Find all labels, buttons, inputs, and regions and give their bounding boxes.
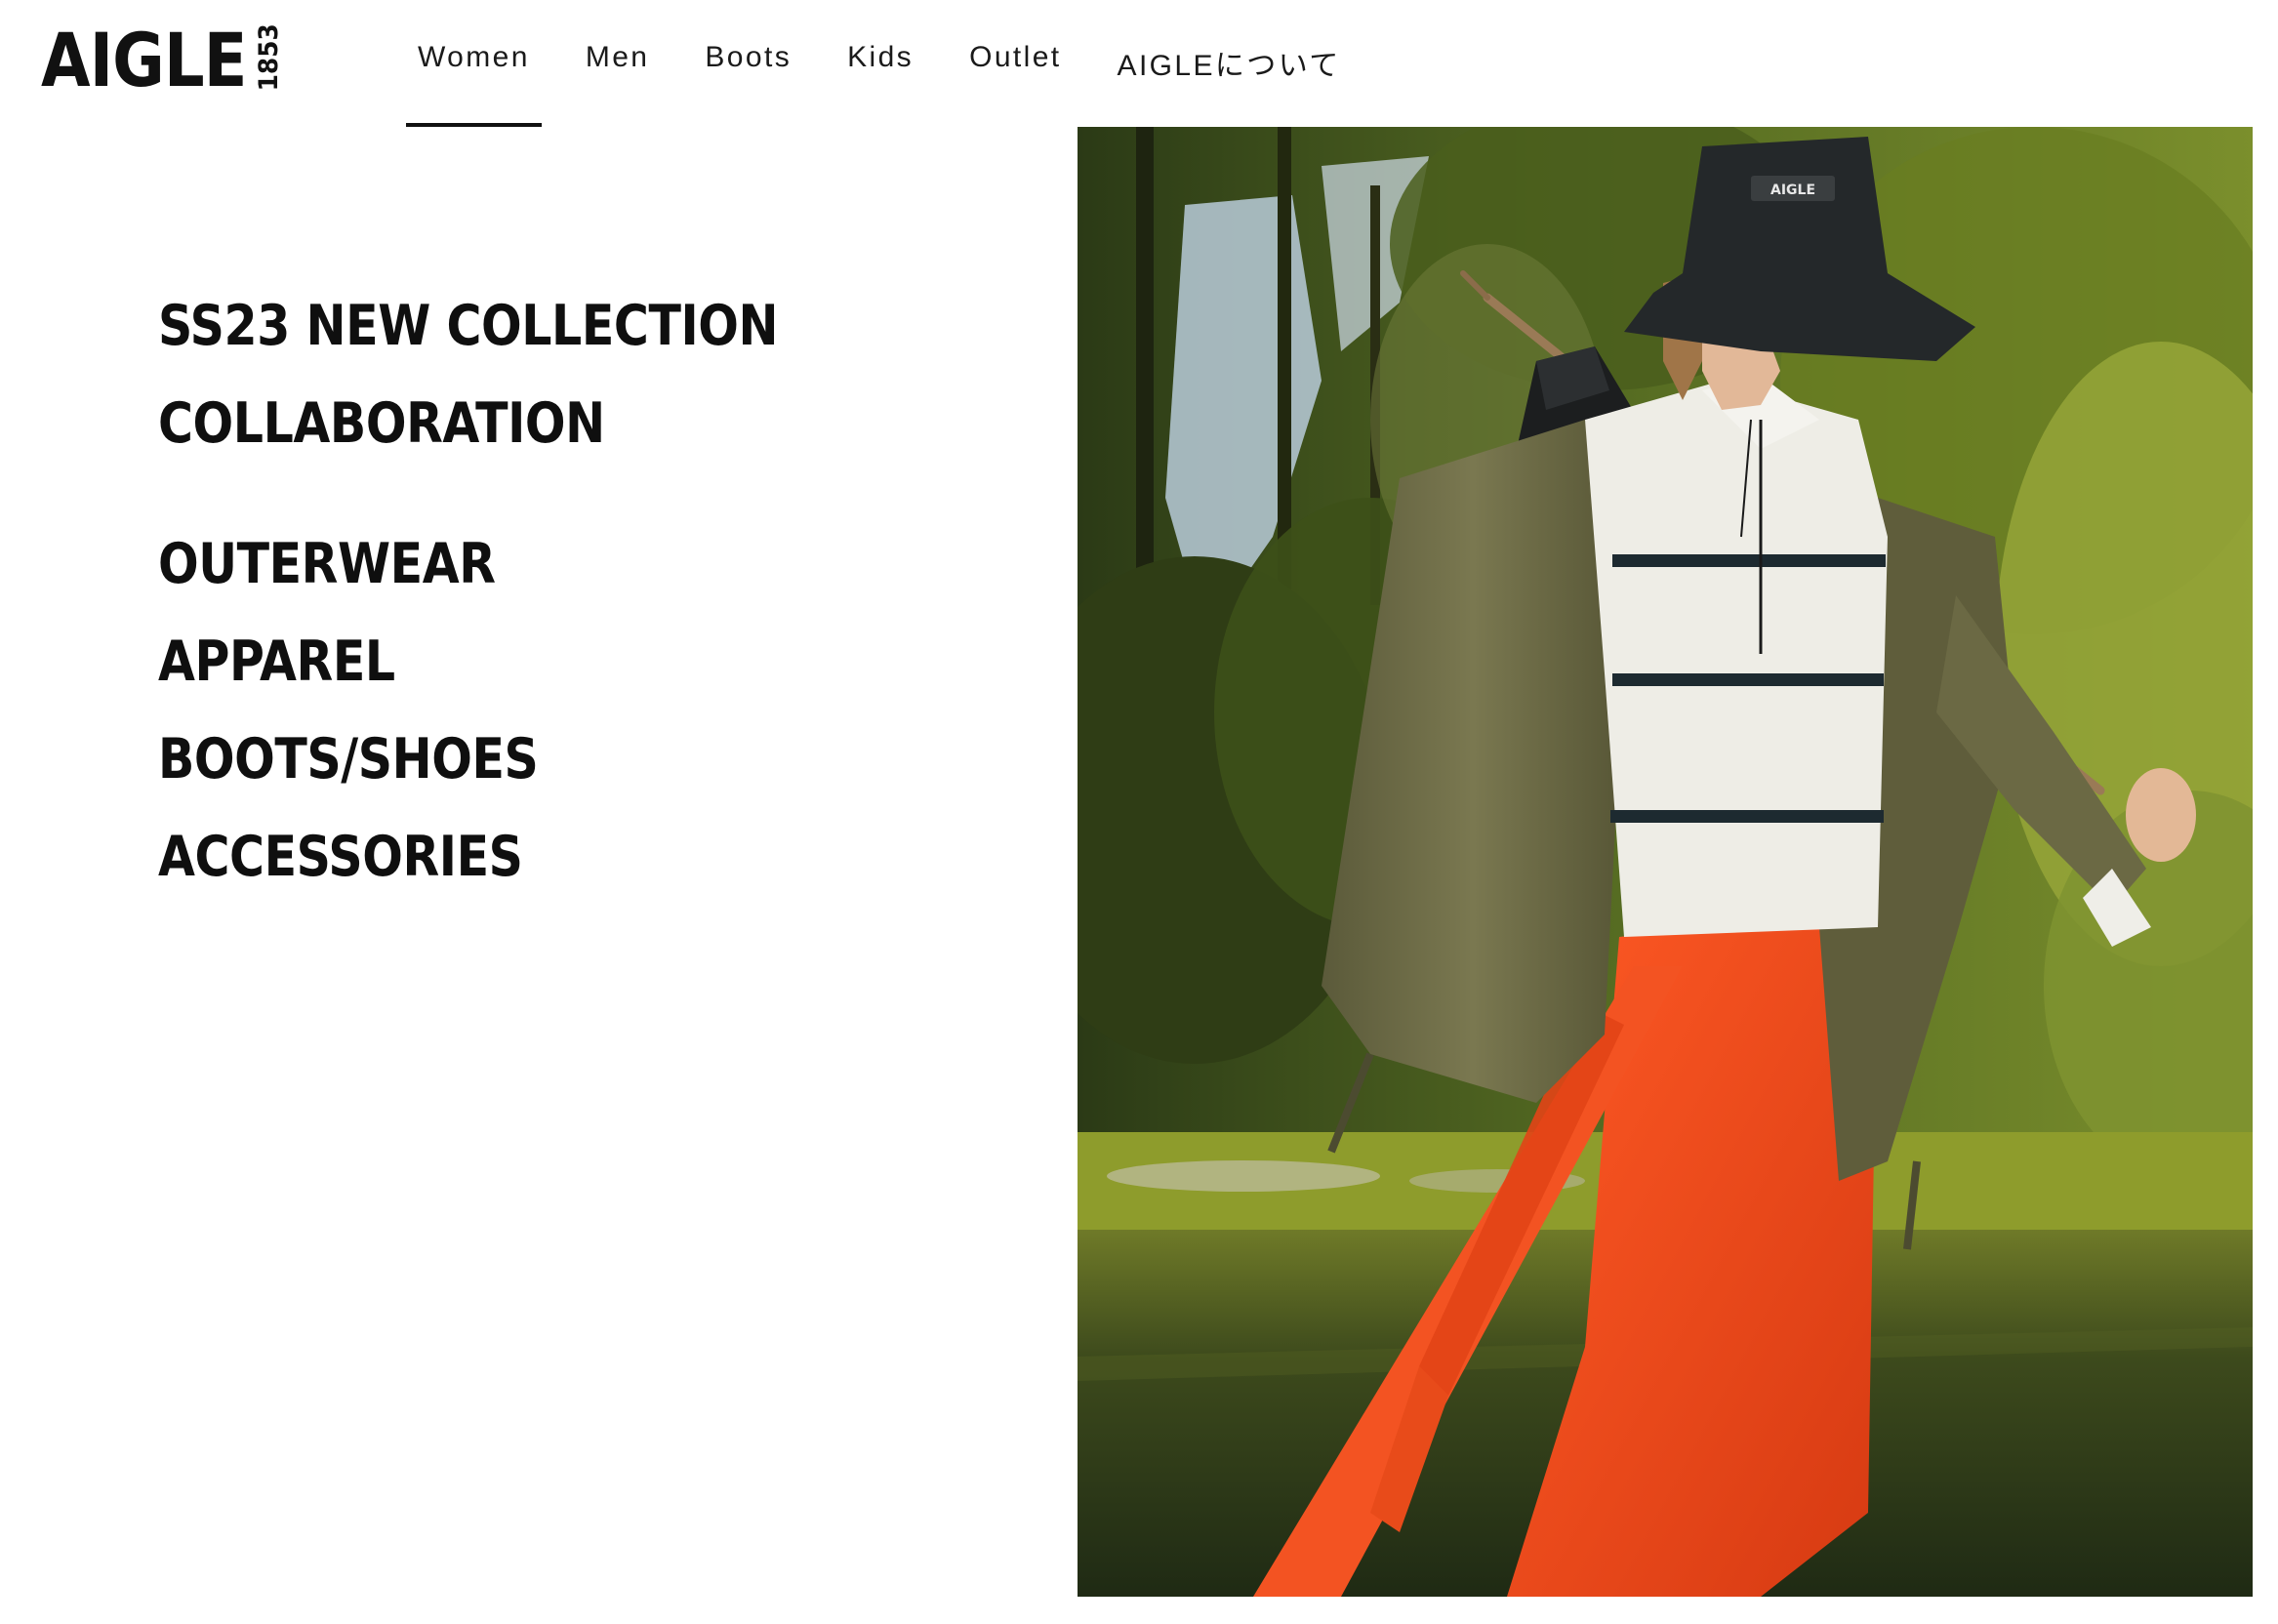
hero-image[interactable]: AIGLE xyxy=(1078,127,2253,1597)
nav-item-kids[interactable]: Kids xyxy=(835,0,925,127)
menu-link-ss23-new-collection[interactable]: SS23 NEW COLLECTION xyxy=(158,277,830,375)
nav-item-women[interactable]: Women xyxy=(406,0,542,127)
site-header: AIGLE 1853 Women Men Boots Kids Outlet A… xyxy=(0,0,2278,127)
nav-item-outlet[interactable]: Outlet xyxy=(957,0,1073,127)
nav-item-label: Women xyxy=(418,41,530,73)
brand-logo[interactable]: AIGLE 1853 xyxy=(41,17,284,103)
nav-item-label: Outlet xyxy=(969,41,1062,73)
menu-link-accessories[interactable]: ACCESSORIES xyxy=(158,808,830,906)
menu-link-collaboration[interactable]: COLLABORATION xyxy=(158,375,830,472)
nav-item-label: Men xyxy=(585,41,650,73)
menu-link-boots-shoes[interactable]: BOOTS/SHOES xyxy=(158,710,830,808)
hat-logo-text: AIGLE xyxy=(1770,183,1815,198)
nav-item-label: Kids xyxy=(847,41,915,73)
nav-item-boots[interactable]: Boots xyxy=(693,0,803,127)
nav-item-label: AIGLEについて xyxy=(1117,50,1341,82)
women-mega-menu: SS23 NEW COLLECTION COLLABORATION OUTERW… xyxy=(158,277,939,906)
category-links: OUTERWEAR APPAREL BOOTS/SHOES ACCESSORIE… xyxy=(158,515,939,906)
nav-item-men[interactable]: Men xyxy=(574,0,662,127)
hero-illustration: AIGLE xyxy=(1078,127,2253,1597)
brand-logo-year: 1853 xyxy=(254,23,284,92)
nav-item-label: Boots xyxy=(705,41,793,73)
nav-item-about[interactable]: AIGLEについて xyxy=(1106,0,1353,127)
menu-link-outerwear[interactable]: OUTERWEAR xyxy=(158,515,830,613)
main-nav: Women Men Boots Kids Outlet AIGLEについて xyxy=(406,0,1385,127)
featured-links: SS23 NEW COLLECTION COLLABORATION xyxy=(158,277,939,472)
menu-link-apparel[interactable]: APPAREL xyxy=(158,613,830,710)
brand-logo-wordmark: AIGLE xyxy=(41,17,247,103)
